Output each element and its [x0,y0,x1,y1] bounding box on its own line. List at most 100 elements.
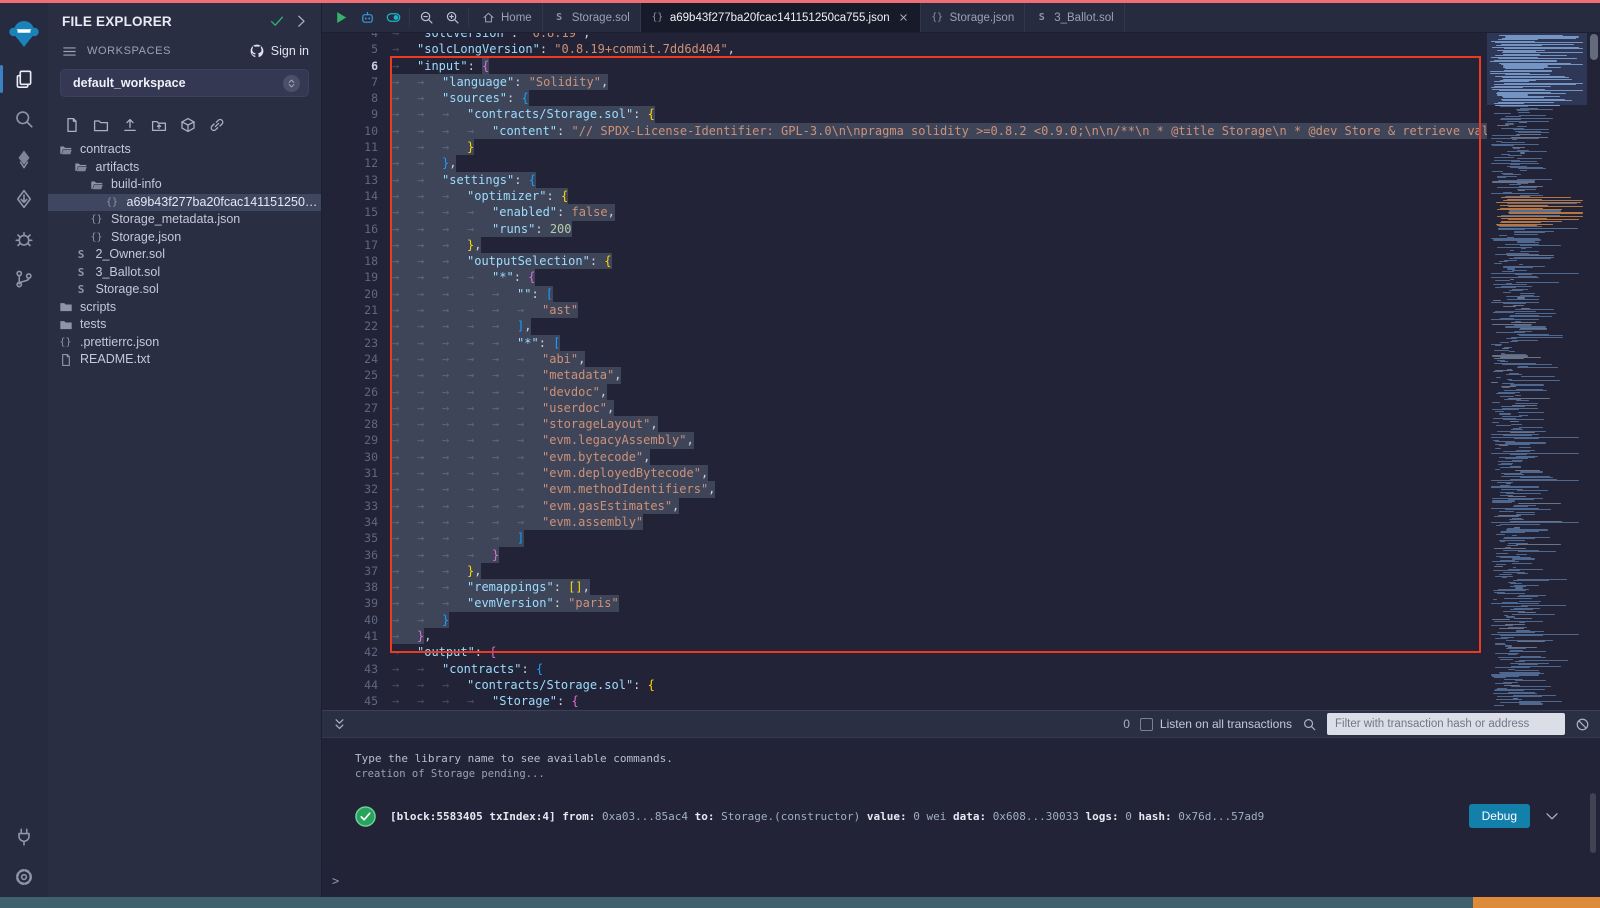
file-explorer-icon[interactable] [0,59,48,99]
code-line-36[interactable]: 36→→→→} [322,547,1487,563]
code-editor[interactable]: 4→"solcVersion": "0.8.19",5→"solcLongVer… [322,33,1600,710]
code-line-25[interactable]: 25→→→→→→"metadata", [322,367,1487,383]
code-line-41[interactable]: 41→}, [322,628,1487,644]
code-line-31[interactable]: 31→→→→→→"evm.deployedBytecode", [322,465,1487,481]
settings-icon[interactable] [0,857,48,897]
tree-item-2-owner-sol[interactable]: S2_Owner.sol [48,246,321,264]
code-line-27[interactable]: 27→→→→→→"userdoc", [322,400,1487,416]
code-line-4[interactable]: 4→"solcVersion": "0.8.19", [322,33,1487,41]
hamburger-icon[interactable] [62,44,77,59]
tab-a69b43f277ba20fcac141151250ca755-json[interactable]: {}a69b43f277ba20fcac141151250ca755.json [641,3,921,32]
code-line-40[interactable]: 40→→} [322,612,1487,628]
expand-terminal-icon[interactable] [332,717,347,732]
code-line-18[interactable]: 18→→→"outputSelection": { [322,253,1487,269]
code-line-28[interactable]: 28→→→→→→"storageLayout", [322,416,1487,432]
plugin-manager-icon[interactable] [0,817,48,857]
sign-in-button[interactable]: Sign in [249,43,309,59]
code-line-33[interactable]: 33→→→→→→"evm.gasEstimates", [322,498,1487,514]
tree-item-build-info[interactable]: build-info [48,176,321,194]
debugger-icon[interactable] [0,219,48,259]
search-icon[interactable] [1302,717,1317,732]
code-line-42[interactable]: 42→"output": { [322,644,1487,660]
code-line-15[interactable]: 15→→→→"enabled": false, [322,204,1487,220]
editor-minimap[interactable] [1487,33,1587,710]
tab-home[interactable]: Home [472,3,543,32]
code-line-14[interactable]: 14→→→"optimizer": { [322,188,1487,204]
tree-item-artifacts[interactable]: artifacts [48,159,321,177]
code-line-11[interactable]: 11→→→} [322,139,1487,155]
code-line-38[interactable]: 38→→→"remappings": [], [322,579,1487,595]
tree-item-storage-json[interactable]: {}Storage.json [48,229,321,247]
debug-button[interactable]: Debug [1469,804,1530,828]
code-line-5[interactable]: 5→"solcLongVersion": "0.8.19+commit.7dd6… [322,41,1487,57]
solidity-compiler-icon[interactable] [0,139,48,179]
deploy-run-icon[interactable] [0,179,48,219]
code-line-34[interactable]: 34→→→→→→"evm.assembly" [322,514,1487,530]
code-line-39[interactable]: 39→→→"evmVersion": "paris" [322,595,1487,611]
code-line-17[interactable]: 17→→→}, [322,237,1487,253]
link-icon[interactable] [209,117,225,133]
zoom-out-icon[interactable] [413,3,439,32]
code-line-32[interactable]: 32→→→→→→"evm.methodIdentifiers", [322,481,1487,497]
chevron-right-icon[interactable] [293,13,309,29]
search-icon[interactable] [0,99,48,139]
code-line-45[interactable]: 45→→→→"Storage": { [322,693,1487,709]
tab-3-ballot-sol[interactable]: S3_Ballot.sol [1025,3,1124,32]
code-line-35[interactable]: 35→→→→→] [322,530,1487,546]
tree-item-scripts[interactable]: scripts [48,299,321,317]
code-line-7[interactable]: 7→→"language": "Solidity", [322,74,1487,90]
upload-folder-icon[interactable] [151,117,167,133]
tree-item-readme-txt[interactable]: README.txt [48,351,321,369]
cube-icon[interactable] [180,117,196,133]
tree-item-contracts[interactable]: contracts [48,141,321,159]
upload-file-icon[interactable] [122,117,138,133]
code-line-21[interactable]: 21→→→→→→"ast" [322,302,1487,318]
code-line-19[interactable]: 19→→→→"*": { [322,269,1487,285]
expand-transaction-icon[interactable] [1544,808,1560,824]
code-line-16[interactable]: 16→→→→"runs": 200 [322,221,1487,237]
code-line-12[interactable]: 12→→}, [322,155,1487,171]
code-line-20[interactable]: 20→→→→→"": [ [322,286,1487,302]
tree-item-storage-metadata-json[interactable]: {}Storage_metadata.json [48,211,321,229]
git-icon[interactable] [0,259,48,299]
remix-logo-icon[interactable] [0,7,48,59]
transaction-filter-input[interactable] [1327,713,1565,735]
terminal-prompt[interactable]: > [332,874,339,888]
code-line-24[interactable]: 24→→→→→→"abi", [322,351,1487,367]
new-file-icon[interactable] [64,117,80,133]
code-line-10[interactable]: 10→→→→"content": "// SPDX-License-Identi… [322,123,1487,139]
tree-item-tests[interactable]: tests [48,316,321,334]
listen-checkbox[interactable] [1140,718,1153,731]
code-line-43[interactable]: 43→→"contracts": { [322,661,1487,677]
terminal-scrollbar-thumb[interactable] [1590,793,1596,853]
new-folder-icon[interactable] [93,117,109,133]
tree-item-storage-sol[interactable]: SStorage.sol [48,281,321,299]
code-line-44[interactable]: 44→→→"contracts/Storage.sol": { [322,677,1487,693]
tree-item-a69b43f277ba20fcac141151250ca7-[interactable]: {}a69b43f277ba20fcac141151250ca7... [48,194,321,212]
code-line-13[interactable]: 13→→"settings": { [322,172,1487,188]
code-line-37[interactable]: 37→→→}, [322,563,1487,579]
listen-all-transactions[interactable]: Listen on all transactions [1140,717,1292,731]
editor-scrollbar-thumb[interactable] [1590,34,1598,60]
minimap-viewport[interactable] [1487,33,1587,105]
code-line-23[interactable]: 23→→→→→"*": [ [322,335,1487,351]
tab-storage-json[interactable]: {}Storage.json [921,3,1026,32]
transaction-row[interactable]: [block:5583405 txIndex:4] from: 0xa03...… [355,800,1560,832]
zoom-in-icon[interactable] [439,3,465,32]
code-line-6[interactable]: 6→"input": { [322,58,1487,74]
code-line-8[interactable]: 8→→"sources": { [322,90,1487,106]
tree-item-3-ballot-sol[interactable]: S3_Ballot.sol [48,264,321,282]
tree-item--prettierrc-json[interactable]: {}.prettierrc.json [48,334,321,352]
ai-toggle-icon[interactable] [380,3,406,32]
code-line-30[interactable]: 30→→→→→→"evm.bytecode", [322,449,1487,465]
code-line-9[interactable]: 9→→→"contracts/Storage.sol": { [322,106,1487,122]
code-line-29[interactable]: 29→→→→→→"evm.legacyAssembly", [322,432,1487,448]
ai-assistant-icon[interactable] [354,3,380,32]
code-line-22[interactable]: 22→→→→→], [322,318,1487,334]
tab-storage-sol[interactable]: SStorage.sol [543,3,641,32]
run-script-button[interactable] [328,3,354,32]
code-line-26[interactable]: 26→→→→→→"devdoc", [322,384,1487,400]
close-tab-icon[interactable] [898,12,910,24]
workspace-select[interactable]: default_workspace [60,69,309,97]
clear-console-icon[interactable] [1575,717,1590,732]
